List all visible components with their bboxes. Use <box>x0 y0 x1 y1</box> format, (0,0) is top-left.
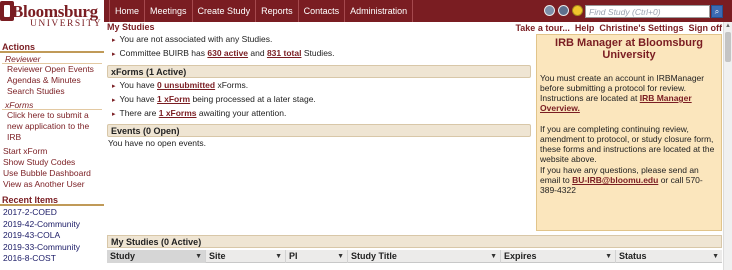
column-header-status[interactable]: Status ▼ <box>616 250 722 263</box>
take-a-tour-link[interactable]: Take a tour... <box>515 23 569 33</box>
sidebar-item-submit-application[interactable]: Click here to submit a new application t… <box>0 110 104 143</box>
recent-item[interactable]: 2019-42-Community <box>0 219 104 231</box>
xforms-panel-header: xForms (1 Active) <box>107 65 531 78</box>
sort-desc-icon: ▼ <box>195 253 202 260</box>
nav-create-study[interactable]: Create Study <box>191 0 256 22</box>
logo[interactable]: Bloomsburg UNIVERSITY <box>0 0 104 36</box>
bullet-icon: ▸ <box>112 97 116 104</box>
user-icon[interactable] <box>544 5 555 16</box>
studies-line-not-associated: ▸ You are not associated with any Studies… <box>112 34 273 44</box>
user-settings-link[interactable]: Christine's Settings <box>599 23 683 33</box>
column-header-study[interactable]: Study ▼ <box>107 250 206 263</box>
unsubmitted-xforms-link[interactable]: 0 unsubmitted <box>157 80 215 90</box>
nav-reports[interactable]: Reports <box>255 0 298 22</box>
bullet-icon: ▸ <box>112 37 116 44</box>
user-group-icon[interactable] <box>558 5 569 16</box>
studies-line-committee: ▸ Committee BUIRB has 630 active and 831 … <box>112 48 335 58</box>
sign-off-link[interactable]: Sign off <box>689 23 723 33</box>
nav-home[interactable]: Home <box>109 0 144 22</box>
recent-item[interactable]: 2017-2-COED <box>0 207 104 219</box>
awaiting-xforms-link[interactable]: 1 xForms <box>159 108 197 118</box>
recent-item[interactable]: 2019-43-COLA <box>0 230 104 242</box>
sidebar-item-agendas-minutes[interactable]: Agendas & Minutes <box>0 75 104 86</box>
events-panel-header: Events (0 Open) <box>107 124 531 137</box>
column-header-site[interactable]: Site ▼ <box>206 250 286 263</box>
actions-header: Actions <box>0 40 104 53</box>
irb-email-link[interactable]: BU-IRB@bloomu.edu <box>572 175 658 185</box>
info-paragraph-contact: If you have any questions, please send a… <box>540 165 703 195</box>
help-link[interactable]: Help <box>575 23 595 33</box>
sidebar-item-bubble-dashboard[interactable]: Use Bubble Dashboard <box>0 168 104 179</box>
my-studies-table-header: My Studies (0 Active) <box>107 235 722 248</box>
info-panel-title: IRB Manager at Bloomsburg University <box>555 37 703 61</box>
quick-links: Take a tour... Help Christine's Settings… <box>515 23 722 33</box>
xforms-row: ▸ There are 1 xForms awaiting your attent… <box>112 108 287 118</box>
smiley-icon[interactable] <box>572 5 583 16</box>
sidebar-item-show-study-codes[interactable]: Show Study Codes <box>0 157 104 168</box>
bullet-icon: ▸ <box>112 51 116 58</box>
chevron-down-icon: ▼ <box>712 253 719 260</box>
studies-table-columns: Study ▼ Site ▼ PI ▼ Study Title ▼ Expires ▼ S… <box>107 250 722 263</box>
column-header-pi[interactable]: PI ▼ <box>286 250 348 263</box>
sidebar-item-search-studies[interactable]: Search Studies <box>0 86 104 97</box>
recent-items-header: Recent Items <box>0 193 104 206</box>
search-icon[interactable]: ⌕ <box>711 5 723 18</box>
xforms-row: ▸ You have 1 xForm being processed at a l… <box>112 94 316 104</box>
scrollbar-thumb[interactable] <box>725 32 731 62</box>
logo-subtitle: UNIVERSITY <box>30 19 102 29</box>
main-nav: Home Meetings Create Study Reports Conta… <box>109 0 414 22</box>
page-title: My Studies <box>107 22 155 32</box>
recent-item[interactable]: 2019-33-Community <box>0 242 104 254</box>
sidebar-item-view-as-another-user[interactable]: View as Another User <box>0 179 104 190</box>
nav-meetings[interactable]: Meetings <box>144 0 192 22</box>
reviewer-group-label: Reviewer <box>2 53 102 64</box>
nav-contacts[interactable]: Contacts <box>297 0 345 22</box>
bullet-icon: ▸ <box>112 111 116 118</box>
column-header-expires[interactable]: Expires ▼ <box>501 250 616 263</box>
xforms-row: ▸ You have 0 unsubmitted xForms. <box>112 80 249 90</box>
main-content: ▸ You are not associated with any Studies… <box>107 34 531 149</box>
page-scrollbar[interactable]: ▲ <box>723 22 732 270</box>
left-sidebar: Actions Reviewer Reviewer Open Events Ag… <box>0 40 104 270</box>
total-studies-link[interactable]: 831 total <box>267 48 302 58</box>
sidebar-item-start-xform[interactable]: Start xForm <box>0 146 104 157</box>
active-studies-link[interactable]: 630 active <box>207 48 248 58</box>
column-header-study-title[interactable]: Study Title ▼ <box>348 250 501 263</box>
nav-administration[interactable]: Administration <box>344 0 414 22</box>
chevron-down-icon: ▼ <box>275 253 282 260</box>
events-empty-message: You have no open events. <box>108 138 206 148</box>
info-paragraph-account: You must create an account in IRBManager… <box>540 73 705 113</box>
irb-info-panel: IRB Manager at Bloomsburg University You… <box>536 34 722 231</box>
sidebar-item-reviewer-open-events[interactable]: Reviewer Open Events <box>0 64 104 75</box>
scroll-up-arrow-icon[interactable]: ▲ <box>724 22 732 30</box>
chevron-down-icon: ▼ <box>490 253 497 260</box>
recent-item[interactable]: 2016-8-COST <box>0 253 104 265</box>
bullet-icon: ▸ <box>112 83 116 90</box>
processing-xform-link[interactable]: 1 xForm <box>157 94 190 104</box>
find-study-input[interactable] <box>585 5 710 18</box>
info-paragraph-forms: If you are completing continuing review,… <box>540 124 715 164</box>
xforms-group-label: xForms <box>2 99 102 110</box>
chevron-down-icon: ▼ <box>337 253 344 260</box>
chevron-down-icon: ▼ <box>605 253 612 260</box>
